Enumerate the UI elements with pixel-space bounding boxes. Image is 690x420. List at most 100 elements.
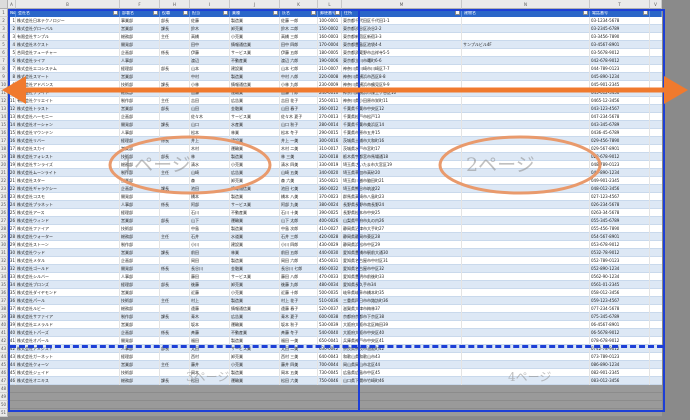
row-number[interactable]: 6 [0, 49, 8, 57]
table-cell[interactable]: 23 [8, 193, 16, 201]
table-cell[interactable]: 建設業 [230, 65, 280, 73]
table-cell[interactable]: 0532-78-9012 [590, 249, 650, 257]
table-cell[interactable]: 株式会社ウィンド [16, 217, 120, 225]
table-cell[interactable]: 株式会社オパール [16, 337, 120, 345]
table-cell[interactable]: 18 [8, 153, 16, 161]
table-cell[interactable]: 部長 [160, 281, 190, 289]
table-cell[interactable]: 東京都豊島区池袋4-4 [342, 41, 462, 49]
table-row[interactable]: 40 株式会社トパーズ 企画部 係長 斉藤 不動産業 斉藤 冬子 540-0040 大阪府大阪市… [8, 329, 662, 337]
table-cell[interactable]: 31 [8, 257, 16, 265]
table-cell[interactable]: 金融業 [230, 265, 280, 273]
table-cell[interactable]: 042-678-9012 [590, 57, 650, 65]
table-cell[interactable]: 愛知県名古屋市中区32 [342, 265, 462, 273]
row-number[interactable]: 17 [0, 137, 8, 145]
table-cell[interactable]: 営業部 [120, 289, 160, 297]
table-cell[interactable]: 不動産業 [230, 209, 280, 217]
table-cell[interactable]: 山崎 五美 [280, 169, 318, 177]
table-cell[interactable] [462, 249, 590, 257]
empty-row[interactable] [8, 401, 662, 409]
table-cell[interactable] [462, 217, 590, 225]
table-cell[interactable]: 長野県松本市中央25 [342, 209, 462, 217]
row-number[interactable]: 41 [0, 329, 8, 337]
table-cell[interactable]: 株式会社パール [16, 297, 120, 305]
table-cell[interactable]: 開発部 [120, 121, 160, 129]
table-cell[interactable]: 東京都新宿区新宿3-3 [342, 33, 462, 41]
table-cell[interactable]: 長谷川 [190, 265, 230, 273]
column-letter-a[interactable]: A [8, 0, 16, 9]
column-letter-n[interactable]: N [462, 0, 590, 9]
table-cell[interactable]: サンプルビル4F [462, 41, 590, 49]
row-number[interactable]: 38 [0, 305, 8, 313]
table-cell[interactable]: 前田 五郎 [280, 249, 318, 257]
table-row[interactable]: 3 有限会社サンプル 総務部 主任 高橋 小売業 高橋 三郎 160-0003 東京都新宿区新宿… [8, 33, 662, 41]
table-cell[interactable]: 製造業 [230, 225, 280, 233]
table-cell[interactable]: 山口 [190, 121, 230, 129]
table-cell[interactable]: 水産業 [230, 121, 280, 129]
table-cell[interactable]: 株式会社ウォーター [16, 233, 120, 241]
table-cell[interactable]: 株式会社トラスト [16, 105, 120, 113]
table-cell[interactable]: 林 三美 [280, 153, 318, 161]
table-cell[interactable]: 21 [8, 177, 16, 185]
table-cell[interactable]: 愛知県豊明市前後町33 [342, 273, 462, 281]
table-cell[interactable]: 開発部 [120, 265, 160, 273]
table-cell[interactable] [160, 353, 190, 361]
table-cell[interactable]: 係長 [160, 201, 190, 209]
table-cell[interactable] [462, 209, 590, 217]
row-number[interactable]: 13 [0, 105, 8, 113]
table-row[interactable]: 1 株式会社日本テクノロジー 事業部 部長 佐藤 製造業 佐藤 一郎 100-0001 東京都千… [8, 17, 662, 25]
row-number[interactable]: 36 [0, 289, 8, 297]
table-row[interactable]: 46 株式会社オニキス 総務部 課長 松田 運輸業 松田 六美 750-0046 山口県下関市竹… [8, 377, 662, 385]
table-cell[interactable]: 後藤 [190, 281, 230, 289]
table-cell[interactable]: 株式会社マウンテン [16, 129, 120, 137]
table-cell[interactable]: 40 [8, 329, 16, 337]
table-cell[interactable]: 静岡県静岡市葵区28 [342, 233, 462, 241]
table-cell[interactable]: 技術部 [120, 297, 160, 305]
row-number[interactable]: 28 [0, 225, 8, 233]
table-cell[interactable]: 株式会社プラネット [16, 201, 120, 209]
table-cell[interactable]: 27 [8, 225, 16, 233]
table-cell[interactable]: 山本 七郎 [280, 65, 318, 73]
table-cell[interactable]: 15 [8, 129, 16, 137]
table-cell[interactable]: 静岡県沼津市大手町27 [342, 225, 462, 233]
table-cell[interactable]: 株式会社メタル [16, 257, 120, 265]
empty-row[interactable] [8, 409, 662, 417]
table-cell[interactable] [462, 201, 590, 209]
table-cell[interactable]: 650-0041 [318, 337, 342, 345]
table-cell[interactable]: 部長 [160, 105, 190, 113]
table-cell[interactable]: 370-0023 [318, 193, 342, 201]
table-row[interactable]: 43 株式会社ガーネット 経理部 西村 卸売業 西村 三美 640-0043 和歌山県和歌山市… [8, 353, 662, 361]
table-cell[interactable]: 卸売業 [230, 25, 280, 33]
table-cell[interactable]: 500-0035 [318, 289, 342, 297]
row-number[interactable]: 8 [0, 65, 8, 73]
horizontal-page-break[interactable] [10, 345, 663, 348]
table-cell[interactable]: 株式会社ゴールド [16, 265, 120, 273]
table-cell[interactable]: 510-0036 [318, 297, 342, 305]
table-row[interactable]: 45 株式会社ジェイド 技術部 岡本 製造業 岡本 五美 730-0045 広島県広島市中区4… [8, 369, 662, 377]
table-cell[interactable]: 06-4567-8901 [590, 321, 650, 329]
table-row[interactable]: 25 株式会社アース 経理部 石川 不動産業 石川 十美 390-0025 長野県松本市中央2… [8, 209, 662, 217]
table-cell[interactable]: 180-0005 [318, 49, 342, 57]
table-cell[interactable]: 技術部 [120, 369, 160, 377]
table-cell[interactable]: 株式会社トパーズ [16, 329, 120, 337]
row-number[interactable]: 45 [0, 361, 8, 369]
table-cell[interactable]: 13 [8, 113, 16, 121]
table-cell[interactable]: 株式会社オニキス [16, 377, 120, 385]
table-cell[interactable]: 経理部 [120, 209, 160, 217]
table-cell[interactable]: 青木 [190, 313, 230, 321]
row-number[interactable]: 34 [0, 273, 8, 281]
row-number[interactable]: 24 [0, 193, 8, 201]
row-number[interactable]: 50 [0, 401, 8, 409]
table-cell[interactable]: 人事部 [120, 273, 160, 281]
table-cell[interactable]: 営業部 [120, 217, 160, 225]
table-cell[interactable]: 山下 太郎 [280, 217, 318, 225]
table-cell[interactable]: 22 [8, 185, 16, 193]
table-cell[interactable]: 株式会社アース [16, 209, 120, 217]
table-cell[interactable] [160, 113, 190, 121]
table-cell[interactable]: 山田 [190, 105, 230, 113]
table-cell[interactable]: 高橋 [190, 33, 230, 41]
filter-dropdown-icon[interactable] [643, 10, 648, 15]
table-cell[interactable]: 39 [8, 321, 16, 329]
row-number[interactable]: 29 [0, 233, 8, 241]
row-number[interactable]: 19 [0, 153, 8, 161]
column-letter-i[interactable]: I [190, 0, 230, 9]
